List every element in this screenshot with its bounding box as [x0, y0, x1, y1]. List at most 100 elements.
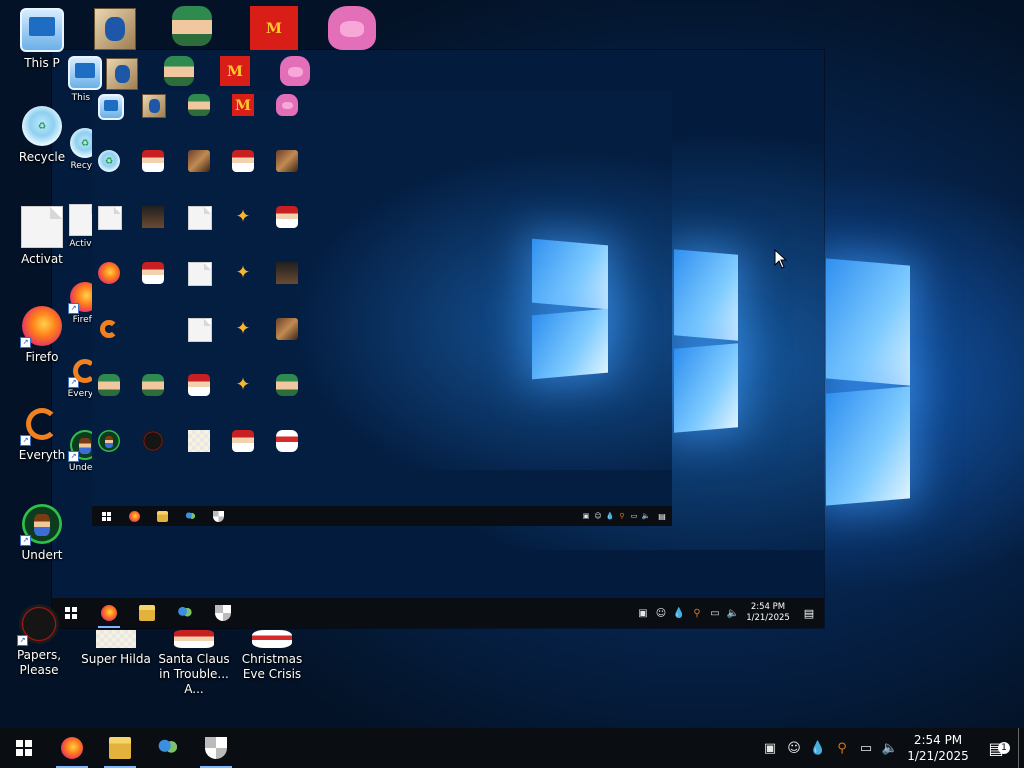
- people-tray-icon[interactable]: ☺: [592, 512, 604, 520]
- volume-icon[interactable]: 🔈: [640, 512, 652, 520]
- desktop-icon-game[interactable]: [106, 58, 138, 90]
- desktop-icon-everything[interactable]: ↗ Everyth: [0, 404, 84, 463]
- desktop-icon[interactable]: [98, 262, 120, 284]
- desktop-icon[interactable]: [188, 206, 212, 230]
- desktop-icon[interactable]: [232, 262, 254, 284]
- desktop-icon[interactable]: [188, 430, 210, 452]
- taskbar-file-explorer[interactable]: [148, 506, 176, 526]
- desktop-icon[interactable]: [98, 374, 120, 396]
- desktop-icon-this-pc[interactable]: This P: [0, 8, 84, 71]
- people-tray-icon[interactable]: ☺: [652, 608, 670, 619]
- desktop-icon[interactable]: [188, 374, 210, 396]
- search-icon[interactable]: ⚲: [616, 512, 628, 520]
- desktop-icon[interactable]: [276, 262, 298, 284]
- desktop-icon[interactable]: [188, 318, 212, 342]
- nested-taskbar-1: ▣ ☺ 💧 ⚲ ▭ 🔈 2:54 PM 1/21/2025 ▤: [52, 598, 824, 628]
- puzzle-icon: [232, 318, 254, 340]
- network-icon[interactable]: ▭: [706, 608, 724, 619]
- monitor-icon[interactable]: ▣: [634, 608, 652, 619]
- desktop-icon[interactable]: [142, 94, 166, 118]
- desktop-icon[interactable]: [276, 94, 298, 116]
- desktop-icon[interactable]: [98, 206, 122, 230]
- desktop-icon-game[interactable]: [280, 56, 310, 86]
- desktop-icon[interactable]: [276, 374, 298, 396]
- monitor-alert-icon[interactable]: ▣: [758, 741, 782, 756]
- desktop-icon[interactable]: [276, 150, 298, 172]
- desktop-icon[interactable]: [142, 262, 164, 284]
- desktop-icon[interactable]: [232, 94, 254, 116]
- notification-icon[interactable]: ▤: [794, 607, 824, 620]
- taskbar-people[interactable]: [144, 728, 192, 768]
- desktop-icon[interactable]: [188, 150, 210, 172]
- desktop-icon[interactable]: [98, 430, 120, 452]
- taskbar-firefox[interactable]: [48, 728, 96, 768]
- desktop-icon[interactable]: [98, 318, 120, 340]
- desktop-icon-game[interactable]: [220, 56, 250, 86]
- desktop-icon[interactable]: [232, 430, 254, 452]
- desktop-icon[interactable]: [142, 150, 164, 172]
- start-button[interactable]: [0, 728, 48, 768]
- desktop-icon[interactable]: [188, 262, 212, 286]
- mcdonalds-icon: [250, 6, 298, 50]
- desktop-icon[interactable]: [276, 430, 298, 452]
- desktop-icon-santa-claus[interactable]: Santa Claus in Trouble... A...: [152, 630, 236, 697]
- monitor-icon[interactable]: ▣: [580, 512, 592, 520]
- desktop-icon-super-hilda[interactable]: Super Hilda: [74, 630, 158, 667]
- network-icon[interactable]: ▭: [854, 741, 878, 756]
- drop-icon[interactable]: 💧: [670, 608, 688, 619]
- desktop-icon[interactable]: [142, 430, 164, 452]
- windows-logo-pane: [674, 343, 738, 433]
- drop-icon[interactable]: 💧: [806, 741, 830, 756]
- taskbar-firefox[interactable]: [90, 598, 128, 628]
- desktop-icon[interactable]: [232, 318, 254, 340]
- desktop-icon-game[interactable]: [250, 6, 298, 50]
- taskbar-security[interactable]: [204, 506, 232, 526]
- firefox-icon: [61, 737, 83, 759]
- desktop-icon[interactable]: [276, 206, 298, 228]
- volume-icon[interactable]: 🔈: [724, 608, 742, 619]
- desktop-icon-firefox[interactable]: ↗ Firefo: [0, 306, 84, 365]
- desktop-icon[interactable]: [276, 318, 298, 340]
- taskbar-file-explorer[interactable]: [128, 598, 166, 628]
- volume-icon[interactable]: 🔈: [878, 741, 902, 756]
- shortcut-arrow-icon: ↗: [20, 535, 31, 546]
- people-icon: [177, 605, 193, 621]
- desktop-icon-christmas-eve-crisis[interactable]: Christmas Eve Crisis: [230, 630, 314, 682]
- desktop-icon-game[interactable]: [164, 56, 194, 86]
- taskbar-clock[interactable]: 2:54 PM 1/21/2025: [902, 732, 974, 764]
- undertale-icon: [98, 430, 120, 452]
- desktop-icon[interactable]: [98, 150, 120, 172]
- desktop-icon-papers-please[interactable]: ↗ Papers, Please: [0, 604, 81, 678]
- mcdonalds-icon: [220, 56, 250, 86]
- desktop-icon[interactable]: [142, 206, 164, 228]
- taskbar-people[interactable]: [166, 598, 204, 628]
- desktop-icon-undertale[interactable]: ↗ Undert: [0, 504, 84, 563]
- show-desktop-button[interactable]: [1018, 728, 1024, 768]
- taskbar-people[interactable]: [176, 506, 204, 526]
- desktop-icon-activate[interactable]: Activat: [0, 206, 84, 267]
- desktop-icon[interactable]: [98, 94, 124, 120]
- taskbar-security[interactable]: [204, 598, 242, 628]
- desktop-icon-game[interactable]: [328, 6, 376, 50]
- taskbar-security[interactable]: [192, 728, 240, 768]
- drop-icon[interactable]: 💧: [604, 512, 616, 520]
- desktop-icon[interactable]: [188, 94, 210, 116]
- desktop-icon[interactable]: [232, 374, 254, 396]
- search-icon[interactable]: ⚲: [830, 741, 854, 756]
- desktop-icon-recycle-bin[interactable]: Recycle: [0, 106, 84, 165]
- search-icon[interactable]: ⚲: [688, 608, 706, 619]
- start-button[interactable]: [92, 506, 120, 526]
- desktop-icon-game[interactable]: [172, 6, 212, 46]
- notification-icon[interactable]: ▤: [652, 512, 672, 521]
- people-tray-icon[interactable]: ☺: [782, 741, 806, 756]
- notification-center-button[interactable]: ▤ 1: [974, 739, 1018, 758]
- desktop-icon[interactable]: [142, 374, 164, 396]
- desktop-icon[interactable]: [232, 150, 254, 172]
- desktop-icon-game[interactable]: [94, 8, 136, 50]
- taskbar-file-explorer[interactable]: [96, 728, 144, 768]
- taskbar-clock[interactable]: 2:54 PM 1/21/2025: [742, 602, 794, 625]
- christmas-eve-icon: [276, 430, 298, 452]
- network-icon[interactable]: ▭: [628, 512, 640, 520]
- taskbar-firefox[interactable]: [120, 506, 148, 526]
- desktop-icon[interactable]: [232, 206, 254, 228]
